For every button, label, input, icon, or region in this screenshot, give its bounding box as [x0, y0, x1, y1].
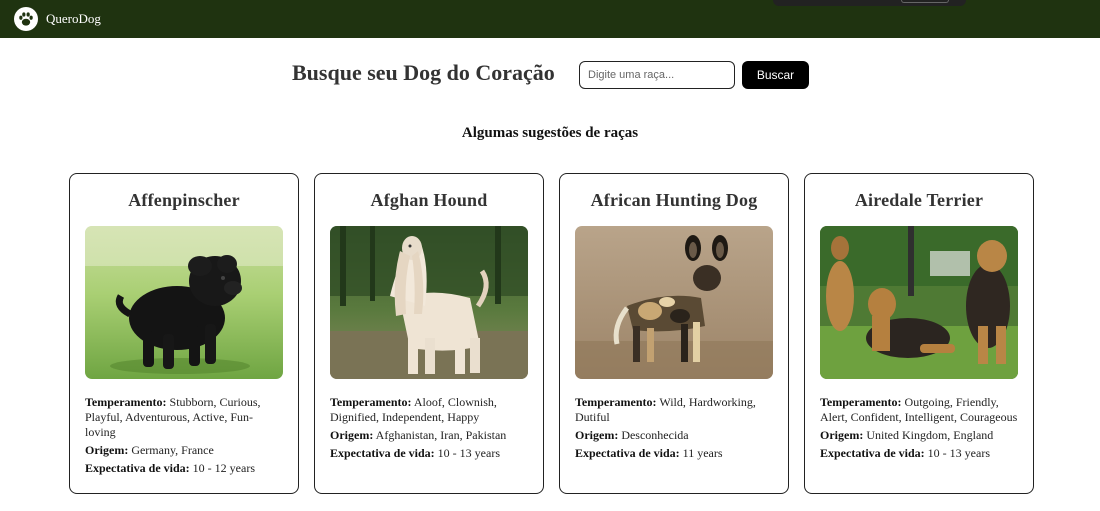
- temperament-label: Temperamento:: [330, 395, 412, 409]
- origin-label: Origem:: [330, 428, 374, 442]
- breed-info: Temperamento: Outgoing, Friendly, Alert,…: [820, 395, 1018, 461]
- brand-name: QueroDog: [46, 11, 101, 26]
- temperament-label: Temperamento:: [575, 395, 657, 409]
- page-title: Busque seu Dog do Coração: [292, 60, 555, 85]
- temperament-label: Temperamento:: [820, 395, 902, 409]
- breed-search-input[interactable]: [579, 61, 735, 89]
- origin-value: Desconhecida: [621, 428, 689, 442]
- life-expectancy-label: Expectativa de vida:: [820, 446, 925, 460]
- breed-photo: [820, 226, 1018, 379]
- temperament-line: Temperamento: Outgoing, Friendly, Alert,…: [820, 395, 1018, 425]
- brand-link[interactable]: QueroDog: [14, 6, 101, 32]
- origin-label: Origem:: [575, 428, 619, 442]
- life-expectancy-label: Expectativa de vida:: [575, 446, 680, 460]
- life-expectancy-label: Expectativa de vida:: [330, 446, 435, 460]
- origin-value: Afghanistan, Iran, Pakistan: [375, 428, 507, 442]
- breed-photo: [85, 226, 283, 379]
- breed-name: Airedale Terrier: [854, 190, 984, 210]
- breed-info: Temperamento: Aloof, Clownish, Dignified…: [330, 395, 528, 461]
- life-expectancy-label: Expectativa de vida:: [85, 461, 190, 475]
- suggestions-title: Algumas sugestões de raças: [461, 125, 639, 141]
- overlay-popup-tab: [901, 0, 949, 3]
- breed-card-airedale-terrier[interactable]: Airedale Terrier Temperamento: Outgoing,…: [804, 173, 1034, 494]
- breed-cards: Affenpinscher Temperamento: Stubborn, Cu…: [69, 173, 1035, 495]
- life-expectancy-line: Expectativa de vida: 10 - 13 years: [820, 446, 1018, 461]
- navbar: QueroDog: [0, 0, 1100, 38]
- life-expectancy-value: 10 - 13 years: [437, 446, 500, 460]
- breed-card-afghan-hound[interactable]: Afghan Hound Temperamento: Aloof, Clowni…: [314, 173, 544, 494]
- origin-line: Origem: Germany, France: [85, 443, 283, 458]
- paw-icon: [14, 7, 38, 31]
- breed-name: African Hunting Dog: [590, 190, 758, 210]
- life-expectancy-line: Expectativa de vida: 10 - 13 years: [330, 446, 528, 461]
- search-button[interactable]: Buscar: [742, 61, 809, 89]
- breed-photo: [330, 226, 528, 379]
- breed-name: Afghan Hound: [370, 190, 488, 210]
- origin-value: United Kingdom, England: [866, 428, 994, 442]
- life-expectancy-value: 11 years: [682, 446, 723, 460]
- breed-card-african-hunting-dog[interactable]: African Hunting Dog Temperamento: Wild, …: [559, 173, 789, 494]
- origin-line: Origem: United Kingdom, England: [820, 428, 1018, 443]
- origin-label: Origem:: [820, 428, 864, 442]
- origin-value: Germany, France: [131, 443, 214, 457]
- life-expectancy-line: Expectativa de vida: 11 years: [575, 446, 773, 461]
- breed-card-affenpinscher[interactable]: Affenpinscher Temperamento: Stubborn, Cu…: [69, 173, 299, 494]
- temperament-line: Temperamento: Aloof, Clownish, Dignified…: [330, 395, 528, 425]
- breed-photo: [575, 226, 773, 379]
- temperament-line: Temperamento: Wild, Hardworking, Dutiful: [575, 395, 773, 425]
- origin-line: Origem: Desconhecida: [575, 428, 773, 443]
- life-expectancy-value: 10 - 13 years: [927, 446, 990, 460]
- origin-label: Origem:: [85, 443, 129, 457]
- life-expectancy-value: 10 - 12 years: [192, 461, 255, 475]
- origin-line: Origem: Afghanistan, Iran, Pakistan: [330, 428, 528, 443]
- temperament-line: Temperamento: Stubborn, Curious, Playful…: [85, 395, 283, 440]
- breed-info: Temperamento: Wild, Hardworking, Dutiful…: [575, 395, 773, 461]
- breed-info: Temperamento: Stubborn, Curious, Playful…: [85, 395, 283, 476]
- overlay-popup: [773, 0, 966, 6]
- breed-name: Affenpinscher: [128, 190, 240, 210]
- temperament-label: Temperamento:: [85, 395, 167, 409]
- life-expectancy-line: Expectativa de vida: 10 - 12 years: [85, 461, 283, 476]
